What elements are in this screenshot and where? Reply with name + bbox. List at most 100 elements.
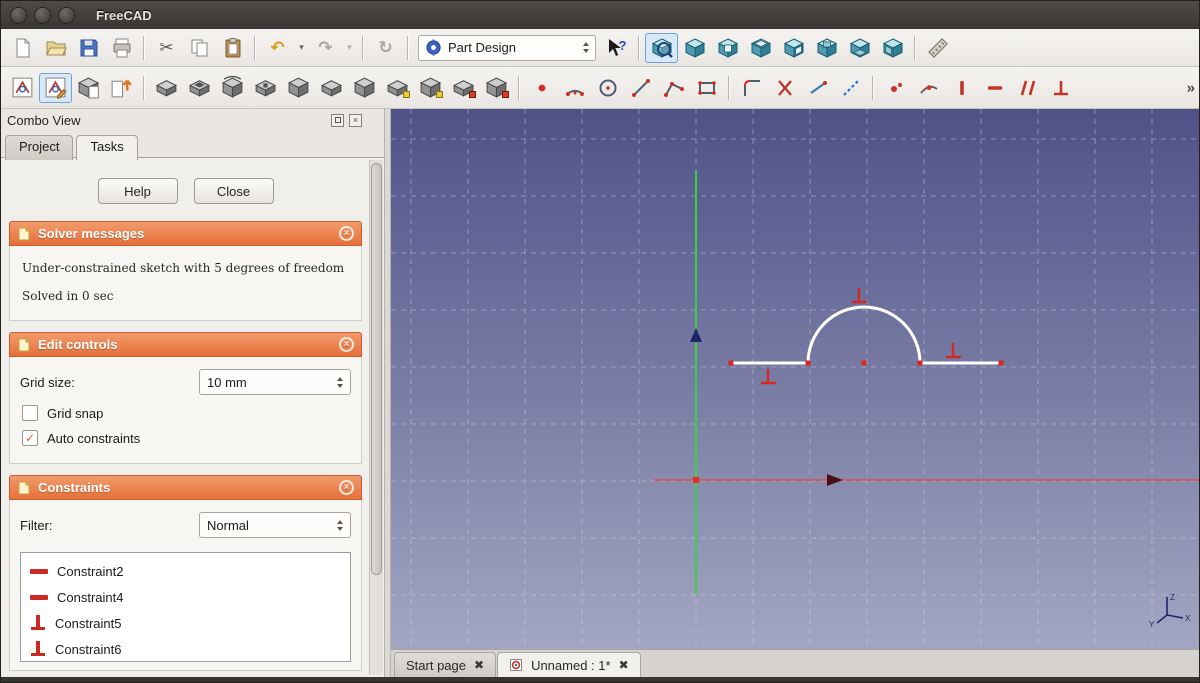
create-arc-button[interactable]: [558, 73, 591, 103]
titlebar[interactable]: FreeCAD: [1, 1, 1199, 29]
spinner-arrows-icon[interactable]: [331, 377, 343, 388]
sketch-vertex[interactable]: [729, 361, 734, 366]
filter-select[interactable]: Normal: [199, 512, 351, 538]
list-item-constraint6[interactable]: Constraint6: [21, 636, 350, 662]
auto-constraints-checkbox[interactable]: ✓: [22, 430, 38, 446]
viewport-3d[interactable]: Z X Y Start page ✖ Unnamed : 1* ✖: [391, 109, 1199, 677]
sketch-vertex[interactable]: [999, 361, 1004, 366]
draft-button[interactable]: [414, 73, 447, 103]
sketch-arc[interactable]: [808, 307, 920, 363]
sketch-vertex[interactable]: [918, 361, 923, 366]
tab-start-page[interactable]: Start page ✖: [394, 652, 496, 677]
workbench-selector[interactable]: Part Design: [418, 35, 596, 61]
paste-button[interactable]: [216, 33, 249, 63]
edit-controls-header[interactable]: Edit controls ×: [9, 332, 362, 357]
constraint-list[interactable]: Constraint2 Constraint4 Constraint5: [20, 552, 351, 662]
constrain-horizontal-button[interactable]: [978, 73, 1011, 103]
thickness-button[interactable]: [447, 73, 480, 103]
external-geometry-button[interactable]: [801, 73, 834, 103]
new-file-icon: [12, 37, 34, 59]
sketch-vertex[interactable]: [806, 361, 811, 366]
constraints-header[interactable]: Constraints ×: [9, 475, 362, 500]
create-rectangle-button[interactable]: [690, 73, 723, 103]
collapse-icon[interactable]: ×: [339, 226, 354, 241]
redo-dropdown-button[interactable]: ▾: [342, 33, 357, 63]
new-sketch-button[interactable]: [6, 73, 39, 103]
groove-button[interactable]: [249, 73, 282, 103]
close-tab-icon[interactable]: ✖: [619, 659, 629, 671]
solver-messages-header[interactable]: Solver messages ×: [9, 221, 362, 246]
scrollbar-thumb[interactable]: [371, 163, 382, 575]
pad-button[interactable]: [150, 73, 183, 103]
grid-size-select[interactable]: 10 mm: [199, 369, 351, 395]
list-item-constraint5[interactable]: Constraint5: [21, 610, 350, 636]
cut-button[interactable]: ✂: [150, 33, 183, 63]
create-line-button[interactable]: [624, 73, 657, 103]
left-view-button[interactable]: [876, 33, 909, 63]
undo-dropdown-button[interactable]: ▾: [294, 33, 309, 63]
tab-unnamed-document[interactable]: Unnamed : 1* ✖: [497, 652, 641, 677]
tab-tasks[interactable]: Tasks: [76, 135, 137, 160]
top-view-button[interactable]: [744, 33, 777, 63]
construction-mode-button[interactable]: [834, 73, 867, 103]
front-view-button[interactable]: [711, 33, 744, 63]
reorient-sketch-button[interactable]: [105, 73, 138, 103]
right-view-button[interactable]: [777, 33, 810, 63]
close-panel-button[interactable]: ×: [349, 114, 362, 127]
copy-button[interactable]: [183, 33, 216, 63]
edit-sketch-button[interactable]: [39, 73, 72, 103]
rear-view-button[interactable]: [810, 33, 843, 63]
close-tab-icon[interactable]: ✖: [474, 659, 484, 671]
collapse-icon[interactable]: ×: [339, 337, 354, 352]
open-file-button[interactable]: [39, 33, 72, 63]
whats-this-button[interactable]: ?: [600, 33, 633, 63]
save-button[interactable]: [72, 33, 105, 63]
chamfer-button[interactable]: [381, 73, 414, 103]
constrain-vertical-button[interactable]: [945, 73, 978, 103]
spinner-arrows-icon[interactable]: [331, 520, 343, 531]
new-file-button[interactable]: [6, 33, 39, 63]
window-close-button[interactable]: [10, 7, 27, 24]
toolbar-overflow-button[interactable]: »: [1187, 79, 1195, 96]
axonometric-view-button[interactable]: [678, 33, 711, 63]
trim-edge-button[interactable]: [768, 73, 801, 103]
additive-loft-button[interactable]: [282, 73, 315, 103]
spinner-arrows-icon[interactable]: [577, 42, 589, 53]
create-circle-button[interactable]: [591, 73, 624, 103]
help-button[interactable]: Help: [98, 178, 178, 204]
measure-button[interactable]: [921, 33, 954, 63]
constrain-parallel-button[interactable]: [1011, 73, 1044, 103]
list-item-constraint4[interactable]: Constraint4: [21, 584, 350, 610]
origin-point[interactable]: [693, 477, 699, 483]
constrain-perpendicular-button[interactable]: [1044, 73, 1077, 103]
window-minimize-button[interactable]: [34, 7, 51, 24]
map-sketch-button[interactable]: [72, 73, 105, 103]
constrain-coincident-button[interactable]: [879, 73, 912, 103]
create-polyline-button[interactable]: [657, 73, 690, 103]
revolution-button[interactable]: [216, 73, 249, 103]
bottom-view-button[interactable]: [843, 33, 876, 63]
create-point-button[interactable]: [525, 73, 558, 103]
close-task-button[interactable]: Close: [194, 178, 274, 204]
pocket-button[interactable]: [183, 73, 216, 103]
float-panel-button[interactable]: [331, 114, 344, 127]
pattern-button[interactable]: [480, 73, 513, 103]
arc-center-point[interactable]: [862, 361, 867, 366]
undo-button[interactable]: ↶: [261, 33, 294, 63]
list-item-constraint2[interactable]: Constraint2: [21, 558, 350, 584]
grid-snap-checkbox[interactable]: [22, 405, 38, 421]
refresh-button[interactable]: ↻: [369, 33, 402, 63]
fit-all-button[interactable]: [645, 33, 678, 63]
window-maximize-button[interactable]: [58, 7, 75, 24]
create-fillet-button[interactable]: [735, 73, 768, 103]
constrain-point-on-object-button[interactable]: [912, 73, 945, 103]
redo-button[interactable]: ↷: [309, 33, 342, 63]
additive-pipe-button[interactable]: [315, 73, 348, 103]
collapse-icon[interactable]: ×: [339, 480, 354, 495]
panel-scrollbar[interactable]: [369, 160, 383, 675]
tab-project[interactable]: Project: [5, 135, 73, 160]
fillet-feature-button[interactable]: [348, 73, 381, 103]
constraint-marker[interactable]: [762, 289, 960, 383]
print-button[interactable]: [105, 33, 138, 63]
sketch-scene[interactable]: Z X Y: [391, 109, 1199, 650]
